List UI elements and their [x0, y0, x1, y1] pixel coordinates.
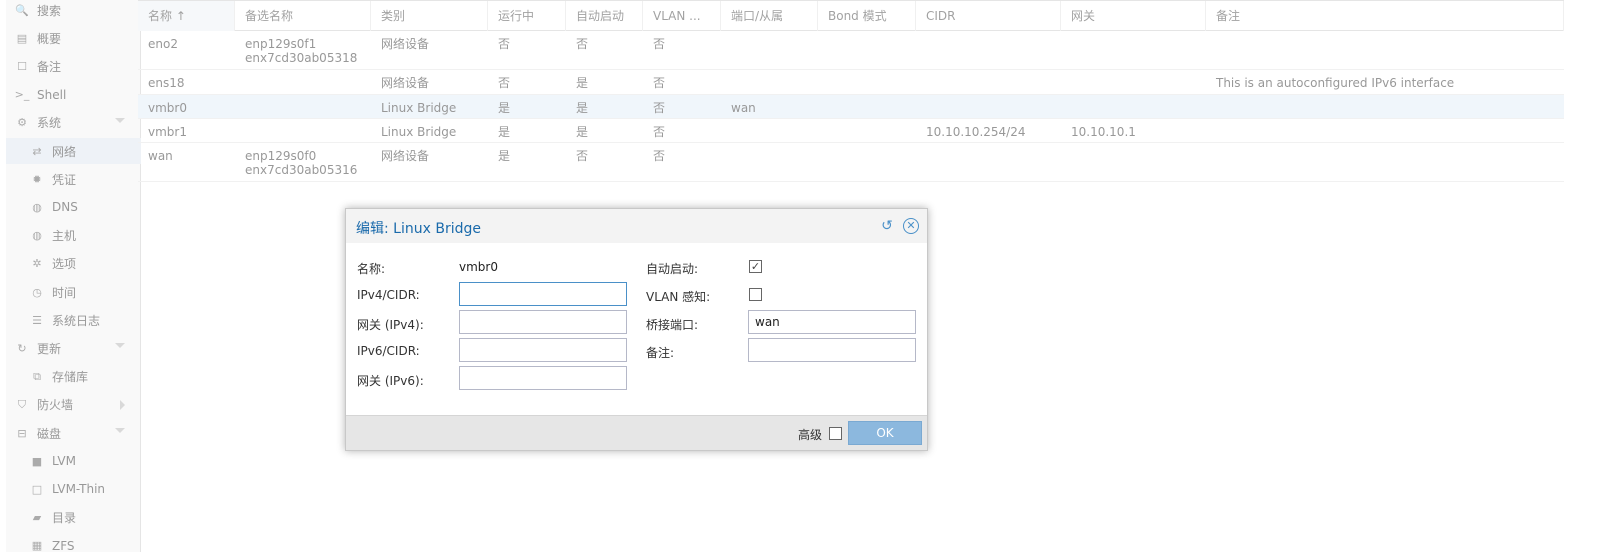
gateway-ipv4-label: 网关 (IPv4): — [357, 318, 424, 332]
advanced-checkbox[interactable] — [829, 427, 842, 440]
ipv4-cidr-label: IPv4/CIDR: — [357, 288, 420, 302]
bridge-ports-label: 桥接端口: — [646, 318, 699, 332]
autostart-checkbox[interactable]: ✓ — [749, 260, 762, 273]
name-value: vmbr0 — [459, 260, 498, 274]
gateway-ipv6-input[interactable] — [459, 366, 627, 390]
ipv6-cidr-input[interactable] — [459, 338, 627, 362]
ipv4-cidr-input[interactable] — [459, 282, 627, 306]
advanced-label: 高级 — [798, 428, 823, 442]
ipv6-cidr-label: IPv6/CIDR: — [357, 344, 420, 358]
ok-button[interactable]: OK — [848, 421, 922, 445]
reset-icon[interactable]: ↺ — [879, 218, 895, 234]
comment-label: 备注: — [646, 346, 675, 360]
autostart-label: 自动启动: — [646, 262, 699, 276]
gateway-ipv4-input[interactable] — [459, 310, 627, 334]
edit-bridge-dialog: 编辑: Linux Bridge ↺ ✕ 名称: vmbr0 IPv4/CIDR… — [345, 208, 928, 451]
close-icon[interactable]: ✕ — [903, 218, 919, 234]
dialog-title: 编辑: Linux Bridge — [356, 221, 481, 237]
vlan-aware-checkbox[interactable] — [749, 288, 762, 301]
bridge-ports-input[interactable] — [748, 310, 916, 334]
comment-input[interactable] — [748, 338, 916, 362]
name-label: 名称: — [357, 262, 386, 276]
dialog-header: 编辑: Linux Bridge ↺ ✕ — [346, 209, 927, 243]
vlan-aware-label: VLAN 感知: — [646, 290, 711, 304]
gateway-ipv6-label: 网关 (IPv6): — [357, 374, 424, 388]
dialog-footer: 高级 OK — [346, 415, 927, 450]
